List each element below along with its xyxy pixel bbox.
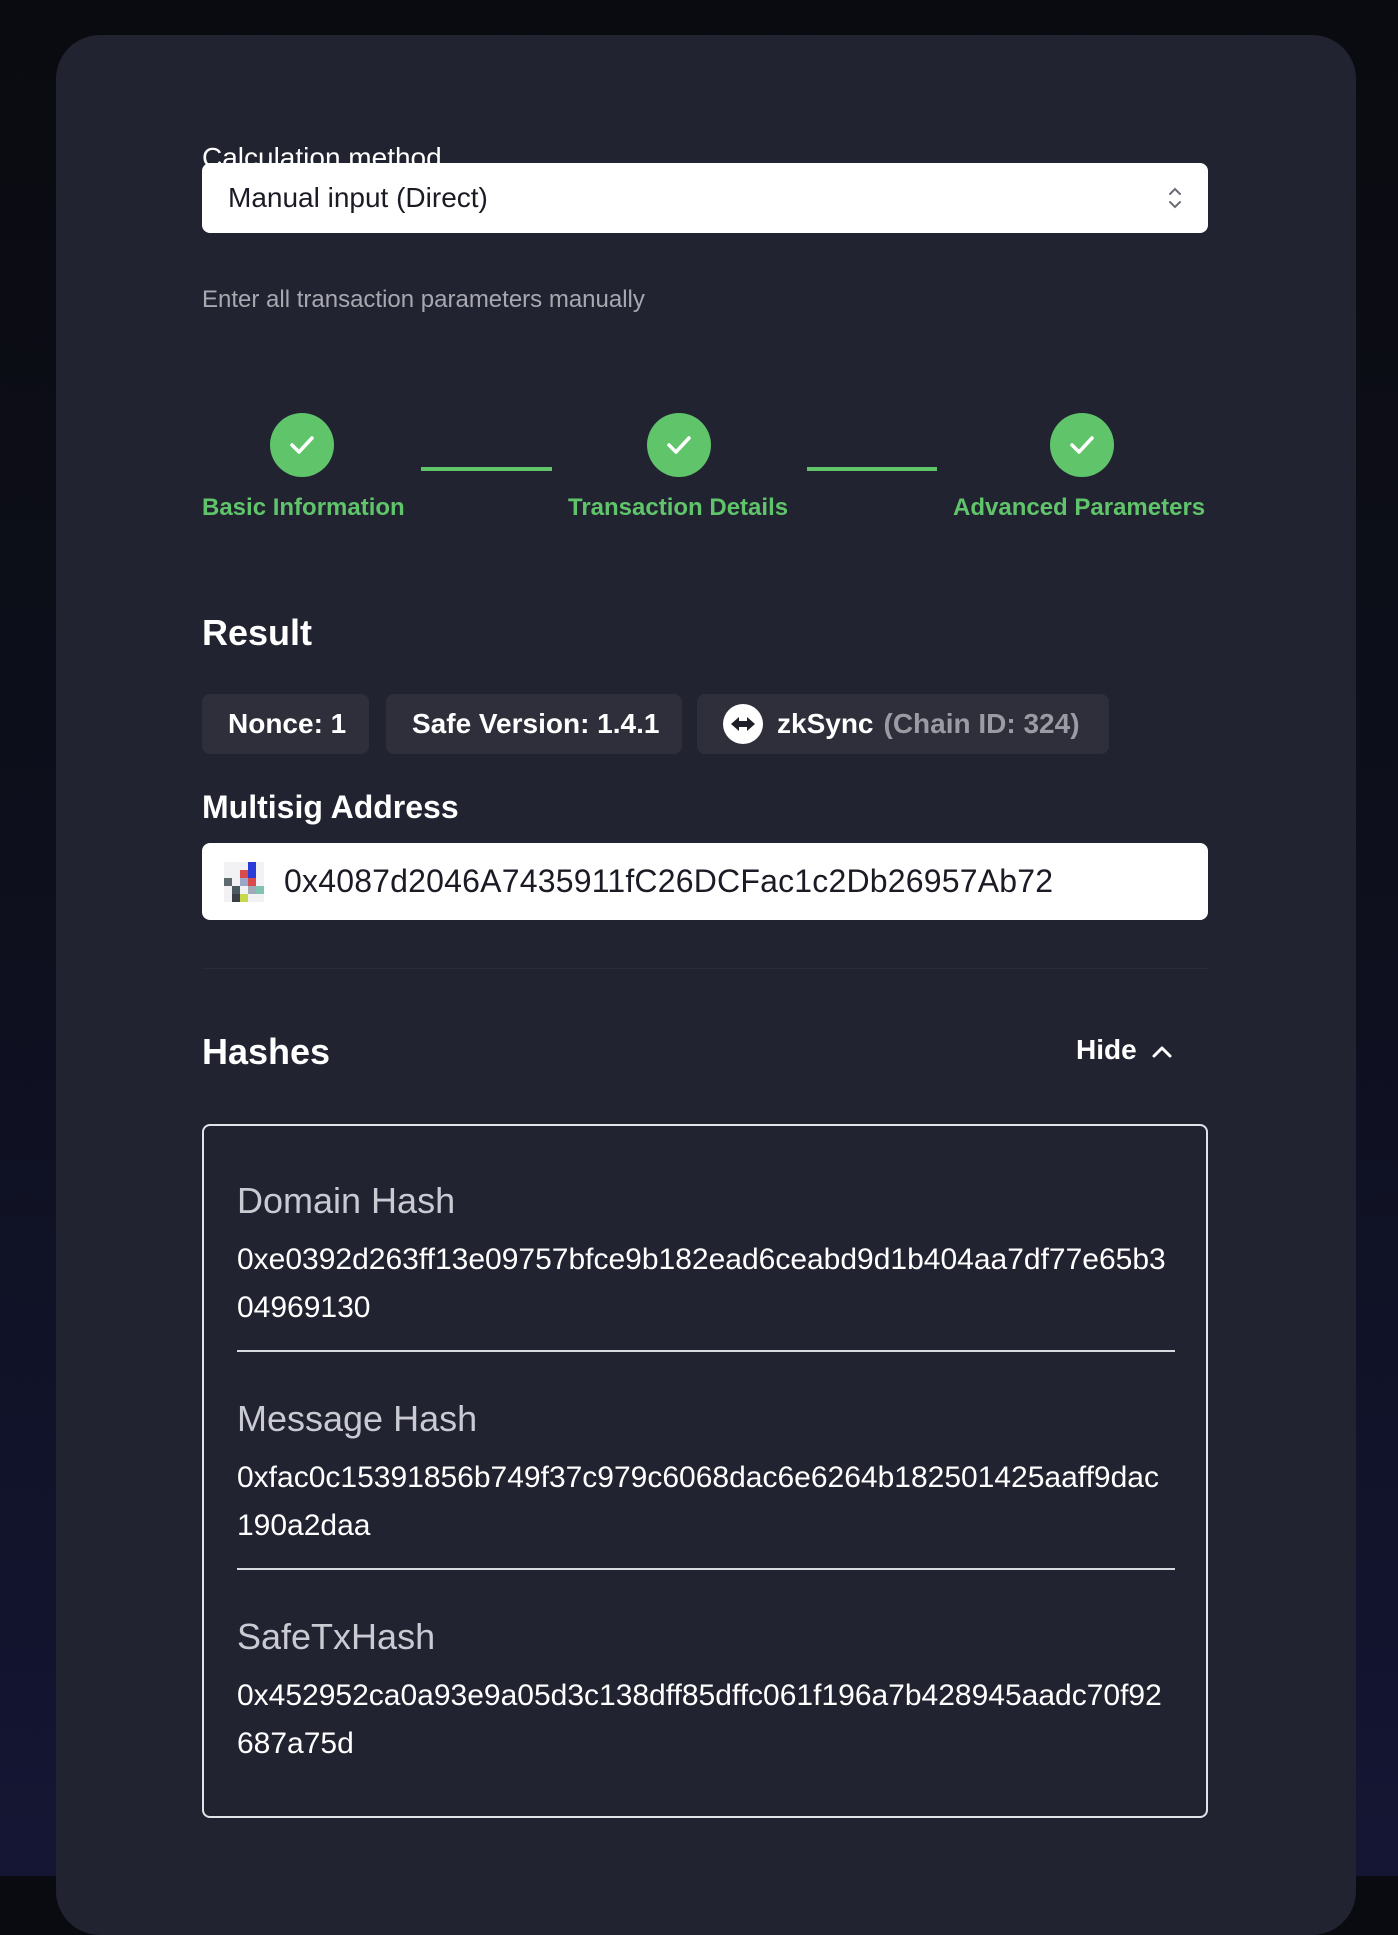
result-title: Result — [202, 612, 313, 653]
hash-separator — [237, 1350, 1175, 1352]
step-1-check-icon — [270, 413, 334, 477]
hash-separator — [237, 1568, 1175, 1570]
step-3-check-icon — [1050, 413, 1114, 477]
step-3-label: Advanced Parameters — [953, 494, 1206, 521]
safe-version-text: Safe Version: 1.4.1 — [412, 708, 660, 739]
calculation-method-value: Manual input (Direct) — [228, 182, 488, 213]
multisig-address-field[interactable]: 0x4087d2046A7435911fC26DCFac1c2Db26957Ab… — [202, 843, 1208, 920]
step-2-label: Transaction Details — [568, 494, 789, 521]
domain-hash-title: Domain Hash — [237, 1180, 456, 1221]
domain-hash-item: Domain Hash 0xe0392d263ff13e09757bfce9b1… — [237, 1180, 1175, 1332]
multisig-address-label: Multisig Address — [202, 789, 459, 825]
section-divider — [202, 968, 1208, 969]
calculation-method-helper: Enter all transaction parameters manuall… — [202, 286, 645, 313]
hide-hashes-button[interactable]: Hide — [1076, 1034, 1173, 1066]
chevron-up-icon — [1151, 1034, 1173, 1066]
nonce-text: Nonce: 1 — [228, 708, 347, 739]
network-badge: zkSync (Chain ID: 324) — [697, 694, 1109, 754]
safe-tx-hash-item: SafeTxHash 0x452952ca0a93e9a05d3c138dff8… — [237, 1616, 1175, 1768]
message-hash-item: Message Hash 0xfac0c15391856b749f37c979c… — [237, 1398, 1175, 1550]
safe-tx-hash-value: 0x452952ca0a93e9a05d3c138dff85dffc061f19… — [237, 1679, 1162, 1760]
domain-hash-value: 0xe0392d263ff13e09757bfce9b182ead6ceabd9… — [237, 1243, 1166, 1324]
address-identicon — [224, 861, 264, 902]
step-connector-2 — [807, 467, 937, 471]
step-1-label: Basic Information — [202, 494, 405, 521]
safe-tx-hash-title: SafeTxHash — [237, 1616, 436, 1657]
calculation-method-select[interactable]: Manual input (Direct) — [202, 163, 1208, 233]
multisig-address-value: 0x4087d2046A7435911fC26DCFac1c2Db26957Ab… — [284, 863, 1054, 899]
message-hash-title: Message Hash — [237, 1398, 478, 1439]
hashes-panel: Domain Hash 0xe0392d263ff13e09757bfce9b1… — [202, 1124, 1208, 1818]
step-connector-1 — [421, 467, 552, 471]
zksync-icon — [723, 704, 763, 744]
hide-label: Hide — [1076, 1034, 1137, 1065]
step-2-check-icon — [647, 413, 711, 477]
message-hash-value: 0xfac0c15391856b749f37c979c6068dac6e6264… — [237, 1461, 1159, 1542]
hashes-title: Hashes — [202, 1031, 331, 1072]
chain-id: (Chain ID: 324) — [883, 708, 1080, 739]
safe-version-badge: Safe Version: 1.4.1 — [386, 694, 682, 754]
network-name: zkSync — [777, 708, 874, 739]
nonce-badge: Nonce: 1 — [202, 694, 369, 754]
chevron-updown-icon — [1168, 186, 1182, 210]
